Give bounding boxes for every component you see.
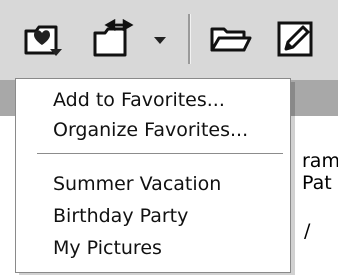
edit-button[interactable] <box>276 19 318 59</box>
open-folder-button[interactable] <box>208 19 254 59</box>
organize-favorites-button[interactable] <box>92 18 134 59</box>
dropdown-arrow-icon <box>154 37 166 44</box>
menu-item-organize-favorites[interactable]: Organize Favorites... <box>53 119 248 141</box>
menu-item-favorite-summer-vacation[interactable]: Summer Vacation <box>53 173 221 195</box>
background-text-fragment: ram <box>302 150 338 172</box>
toolbar-separator <box>188 14 191 64</box>
background-text-fragment: / <box>304 220 311 242</box>
favorites-menu: Add to Favorites... Organize Favorites..… <box>15 78 291 273</box>
menu-separator <box>37 153 283 155</box>
menu-item-favorite-my-pictures[interactable]: My Pictures <box>53 237 162 259</box>
menu-item-add-to-favorites[interactable]: Add to Favorites... <box>53 89 225 111</box>
add-favorite-button[interactable] <box>22 19 66 59</box>
favorites-heart-icon <box>24 25 62 56</box>
background-text-fragment: Pat <box>302 172 332 194</box>
toolbar <box>0 0 338 80</box>
menu-item-favorite-birthday-party[interactable]: Birthday Party <box>53 205 188 227</box>
favorites-dropdown-button[interactable] <box>151 19 171 59</box>
organize-favorites-icon <box>93 18 134 57</box>
open-folder-icon <box>210 27 252 52</box>
edit-pencil-icon <box>277 21 313 57</box>
